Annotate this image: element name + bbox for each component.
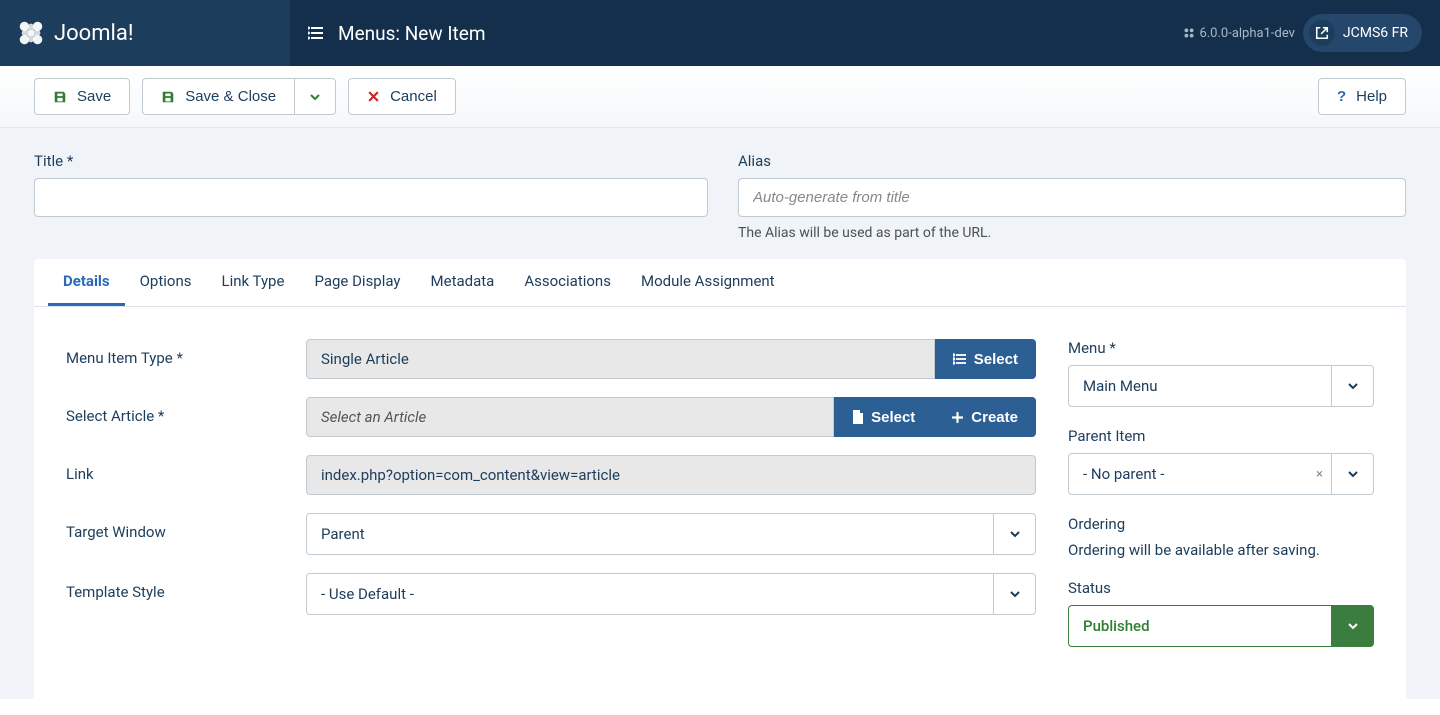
clear-parent-icon[interactable]: × bbox=[1308, 467, 1331, 482]
help-icon: ? bbox=[1337, 88, 1346, 105]
list-icon bbox=[953, 352, 967, 366]
select-article-placeholder: Select an Article bbox=[306, 397, 834, 437]
external-link-icon bbox=[1309, 20, 1335, 46]
select-type-button[interactable]: Select bbox=[935, 339, 1036, 379]
template-style-label: Template Style bbox=[66, 573, 306, 601]
link-label: Link bbox=[66, 455, 306, 483]
brand-text: Joomla! bbox=[54, 21, 134, 46]
template-style-select[interactable]: - Use Default - bbox=[306, 573, 1036, 615]
site-name: JCMS6 FR bbox=[1343, 25, 1408, 41]
select-article-button[interactable]: Select bbox=[834, 397, 933, 437]
menu-item-type-label: Menu Item Type * bbox=[66, 339, 306, 367]
tabs: Details Options Link Type Page Display M… bbox=[34, 259, 1406, 307]
menu-item-type-value: Single Article bbox=[306, 339, 935, 379]
joomla-icon-small bbox=[1183, 27, 1195, 39]
tab-module-assignment[interactable]: Module Assignment bbox=[626, 259, 790, 306]
title-input[interactable] bbox=[34, 178, 708, 217]
tab-options[interactable]: Options bbox=[125, 259, 207, 306]
ordering-text: Ordering will be available after saving. bbox=[1068, 541, 1374, 559]
save-dropdown-button[interactable] bbox=[294, 78, 336, 115]
joomla-icon bbox=[16, 18, 46, 48]
parent-select[interactable]: - No parent - × bbox=[1068, 453, 1374, 495]
page-title-text: Menus: New Item bbox=[338, 22, 486, 45]
tab-page-display[interactable]: Page Display bbox=[299, 259, 415, 306]
target-window-label: Target Window bbox=[66, 513, 306, 541]
chevron-down-icon bbox=[1331, 606, 1373, 646]
select-article-label: Select Article * bbox=[66, 397, 306, 425]
file-icon bbox=[852, 410, 864, 424]
tab-details[interactable]: Details bbox=[48, 259, 125, 306]
page-title: Menus: New Item bbox=[308, 22, 486, 45]
title-label: Title * bbox=[34, 152, 708, 170]
chevron-down-icon bbox=[1331, 454, 1373, 494]
chevron-down-icon bbox=[993, 514, 1035, 554]
tab-link-type[interactable]: Link Type bbox=[207, 259, 300, 306]
ordering-label: Ordering bbox=[1068, 515, 1374, 533]
save-icon bbox=[161, 90, 175, 104]
alias-input[interactable] bbox=[738, 178, 1406, 217]
site-launch-link[interactable]: JCMS6 FR bbox=[1303, 14, 1422, 52]
list-icon bbox=[308, 24, 326, 42]
chevron-down-icon bbox=[309, 91, 321, 103]
chevron-down-icon bbox=[1331, 366, 1373, 406]
version: 6.0.0-alpha1-dev bbox=[1183, 26, 1294, 41]
create-article-button[interactable]: Create bbox=[933, 397, 1036, 437]
save-close-button[interactable]: Save & Close bbox=[142, 78, 294, 115]
menu-select[interactable]: Main Menu bbox=[1068, 365, 1374, 407]
tab-metadata[interactable]: Metadata bbox=[416, 259, 510, 306]
target-window-select[interactable]: Parent bbox=[306, 513, 1036, 555]
close-icon bbox=[367, 90, 380, 103]
alias-label: Alias bbox=[738, 152, 1406, 170]
status-label: Status bbox=[1068, 579, 1374, 597]
parent-label: Parent Item bbox=[1068, 427, 1374, 445]
link-value: index.php?option=com_content&view=articl… bbox=[306, 455, 1036, 495]
alias-help-text: The Alias will be used as part of the UR… bbox=[738, 225, 1406, 241]
save-icon bbox=[53, 90, 67, 104]
help-button[interactable]: ? Help bbox=[1318, 78, 1406, 115]
brand-logo[interactable]: Joomla! bbox=[0, 0, 290, 66]
cancel-button[interactable]: Cancel bbox=[348, 78, 456, 115]
status-select[interactable]: Published bbox=[1068, 605, 1374, 647]
tab-associations[interactable]: Associations bbox=[509, 259, 626, 306]
plus-icon bbox=[951, 411, 964, 424]
menu-label: Menu * bbox=[1068, 339, 1374, 357]
chevron-down-icon bbox=[993, 574, 1035, 614]
save-button[interactable]: Save bbox=[34, 78, 130, 115]
